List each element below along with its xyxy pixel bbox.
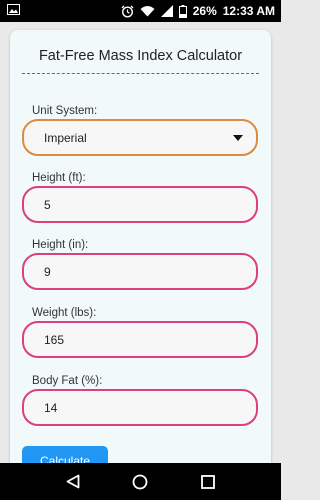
page-title: Fat-Free Mass Index Calculator <box>38 48 243 64</box>
status-bar: 26% 12:33 AM <box>0 0 281 22</box>
weight-value: 165 <box>44 332 65 347</box>
alarm-icon <box>121 5 134 18</box>
weight-input[interactable]: 165 <box>22 321 258 358</box>
calculator-card: Fat-Free Mass Index Calculator Unit Syst… <box>10 30 271 476</box>
dropdown-caret-icon <box>233 135 243 141</box>
body-fat-value: 14 <box>44 400 58 415</box>
battery-percent: 26% <box>192 4 217 18</box>
weight-label: Weight (lbs): <box>32 307 97 319</box>
home-icon[interactable] <box>132 474 148 490</box>
body-fat-label: Body Fat (%): <box>32 375 103 387</box>
height-in-label: Height (in): <box>32 239 89 251</box>
recents-icon[interactable] <box>200 474 215 489</box>
unit-system-value: Imperial <box>44 130 87 145</box>
battery-icon <box>178 4 187 18</box>
height-ft-value: 5 <box>44 197 51 212</box>
divider <box>22 73 259 74</box>
unit-system-label: Unit System: <box>32 105 98 117</box>
signal-icon <box>160 5 173 17</box>
clock: 12:33 AM <box>222 4 275 18</box>
back-icon[interactable] <box>66 474 80 489</box>
height-in-input[interactable]: 9 <box>22 253 258 290</box>
body-fat-input[interactable]: 14 <box>22 389 258 426</box>
height-in-value: 9 <box>44 264 51 279</box>
height-ft-label: Height (ft): <box>32 172 86 184</box>
unit-system-select[interactable]: Imperial <box>22 119 258 156</box>
wifi-icon <box>140 5 155 17</box>
image-icon <box>7 4 20 18</box>
height-ft-input[interactable]: 5 <box>22 186 258 223</box>
navigation-bar <box>0 463 281 500</box>
